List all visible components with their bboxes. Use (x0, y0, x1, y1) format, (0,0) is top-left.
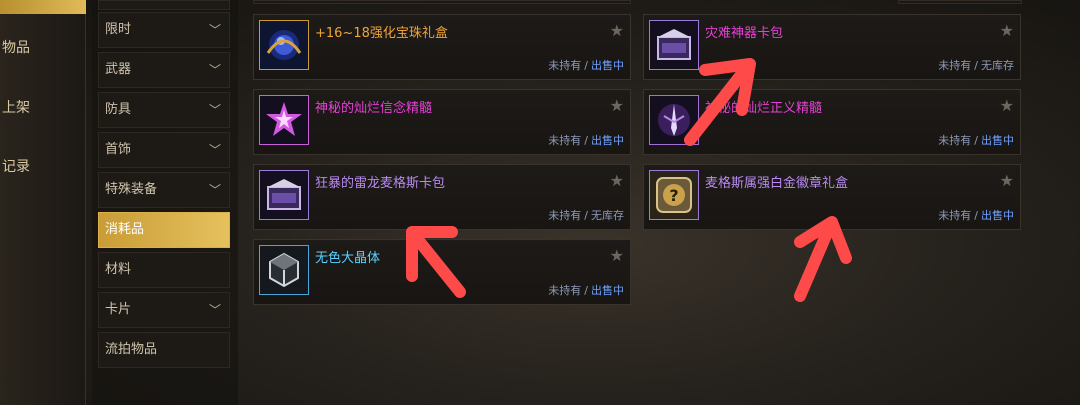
category-card[interactable]: 卡片 ﹀ (98, 292, 230, 328)
leftnav-item-records[interactable]: 记录 (0, 153, 86, 181)
item-name: +16~18强化宝珠礼盒 (315, 26, 448, 41)
owned-status: 未持有 (548, 209, 582, 222)
category-label: 流拍物品 (105, 342, 158, 357)
sword-essence-icon (649, 95, 699, 145)
item-card[interactable]: 灾难神器卡包 ★ 未持有 / 无库存 (643, 14, 1021, 80)
leftnav-active-stub[interactable] (0, 0, 86, 14)
item-name: 神秘的灿烂信念精髓 (315, 101, 433, 116)
chevron-down-icon: ﹀ (208, 63, 221, 77)
stock-status: 出售中 (591, 59, 624, 72)
category-label: 卡片 (105, 302, 132, 317)
category-label: 首饰 (105, 142, 132, 157)
chevron-down-icon: ﹀ (208, 23, 221, 37)
card-pack-icon (259, 170, 309, 220)
category-weapon[interactable]: 武器 ﹀ (98, 52, 230, 88)
category-label: 特殊装备 (105, 182, 158, 197)
divider (253, 0, 631, 4)
category-armor[interactable]: 防具 ﹀ (98, 92, 230, 128)
item-card[interactable]: 狂暴的雷龙麦格斯卡包 ★ 未持有 / 无库存 (253, 164, 631, 230)
crystal-icon (259, 245, 309, 295)
category-label: 武器 (105, 62, 132, 77)
stock-status: 出售中 (981, 134, 1014, 147)
category-material[interactable]: 材料 (98, 252, 230, 288)
item-status: 未持有 / 出售中 (938, 207, 1014, 223)
left-nav: 物品 上架 记录 (0, 0, 86, 405)
item-card[interactable]: 神秘的灿烂正义精髓 ★ 未持有 / 出售中 (643, 89, 1021, 155)
separator: / (584, 209, 588, 222)
separator: / (974, 59, 978, 72)
owned-status: 未持有 (938, 59, 972, 72)
star-essence-icon (259, 95, 309, 145)
owned-status: 未持有 (548, 284, 582, 297)
category-label: 限时 (105, 22, 132, 37)
orb-box-icon (259, 20, 309, 70)
stock-status: 出售中 (591, 284, 624, 297)
chevron-down-icon: ﹀ (208, 103, 221, 117)
item-status: 未持有 / 无库存 (548, 207, 624, 223)
item-status: 未持有 / 出售中 (548, 282, 624, 298)
divider (898, 0, 1022, 4)
stock-status: 无库存 (981, 59, 1014, 72)
category-label: 消耗品 (105, 222, 145, 237)
item-name: 狂暴的雷龙麦格斯卡包 (315, 176, 446, 191)
stock-status: 无库存 (591, 209, 624, 222)
chevron-down-icon: ﹀ (208, 143, 221, 157)
star-icon[interactable]: ★ (610, 246, 624, 265)
separator: / (584, 59, 588, 72)
chevron-down-icon: ﹀ (208, 183, 221, 197)
star-icon[interactable]: ★ (1000, 96, 1014, 115)
item-card[interactable]: ? 麦格斯属强白金徽章礼盒 ★ 未持有 / 出售中 (643, 164, 1021, 230)
category-list: 限时 ﹀ 武器 ﹀ 防具 ﹀ 首饰 ﹀ 特殊装备 ﹀ 消耗品 材料 卡片 ﹀ 流… (92, 0, 238, 405)
category-special-equip[interactable]: 特殊装备 ﹀ (98, 172, 230, 208)
owned-status: 未持有 (938, 134, 972, 147)
star-icon[interactable]: ★ (1000, 21, 1014, 40)
item-name: 神秘的灿烂正义精髓 (705, 101, 823, 116)
stock-status: 出售中 (591, 134, 624, 147)
separator: / (584, 284, 588, 297)
star-icon[interactable]: ★ (610, 96, 624, 115)
item-name: 麦格斯属强白金徽章礼盒 (705, 176, 849, 191)
leftnav-item-listing[interactable]: 上架 (0, 94, 86, 122)
category-label: 防具 (105, 102, 132, 117)
star-icon[interactable]: ★ (1000, 171, 1014, 190)
chevron-down-icon: ﹀ (208, 303, 221, 317)
category-accessory[interactable]: 首饰 ﹀ (98, 132, 230, 168)
leftnav-item-items[interactable]: 物品 (0, 34, 86, 62)
arrow-line (794, 220, 836, 302)
card-pack-icon (649, 20, 699, 70)
star-icon[interactable]: ★ (610, 171, 624, 190)
item-card[interactable]: 无色大晶体 ★ 未持有 / 出售中 (253, 239, 631, 305)
mystery-box-icon: ? (649, 170, 699, 220)
item-status: 未持有 / 无库存 (938, 57, 1014, 73)
owned-status: 未持有 (548, 134, 582, 147)
item-status: 未持有 / 出售中 (548, 57, 624, 73)
owned-status: 未持有 (548, 59, 582, 72)
category-unsold[interactable]: 流拍物品 (98, 332, 230, 368)
star-icon[interactable]: ★ (610, 21, 624, 40)
category-limited[interactable]: 限时 ﹀ (98, 12, 230, 48)
svg-text:?: ? (669, 186, 678, 205)
owned-status: 未持有 (938, 209, 972, 222)
separator: / (584, 134, 588, 147)
category-consumable[interactable]: 消耗品 (98, 212, 230, 248)
item-name: 灾难神器卡包 (705, 26, 784, 41)
item-status: 未持有 / 出售中 (938, 132, 1014, 148)
separator: / (974, 134, 978, 147)
category-stub[interactable] (98, 0, 230, 10)
stock-status: 出售中 (981, 209, 1014, 222)
separator: / (974, 209, 978, 222)
category-label: 材料 (105, 262, 132, 277)
item-card[interactable]: 神秘的灿烂信念精髓 ★ 未持有 / 出售中 (253, 89, 631, 155)
item-status: 未持有 / 出售中 (548, 132, 624, 148)
item-name: 无色大晶体 (315, 251, 381, 266)
item-card[interactable]: +16~18强化宝珠礼盒 ★ 未持有 / 出售中 (253, 14, 631, 80)
